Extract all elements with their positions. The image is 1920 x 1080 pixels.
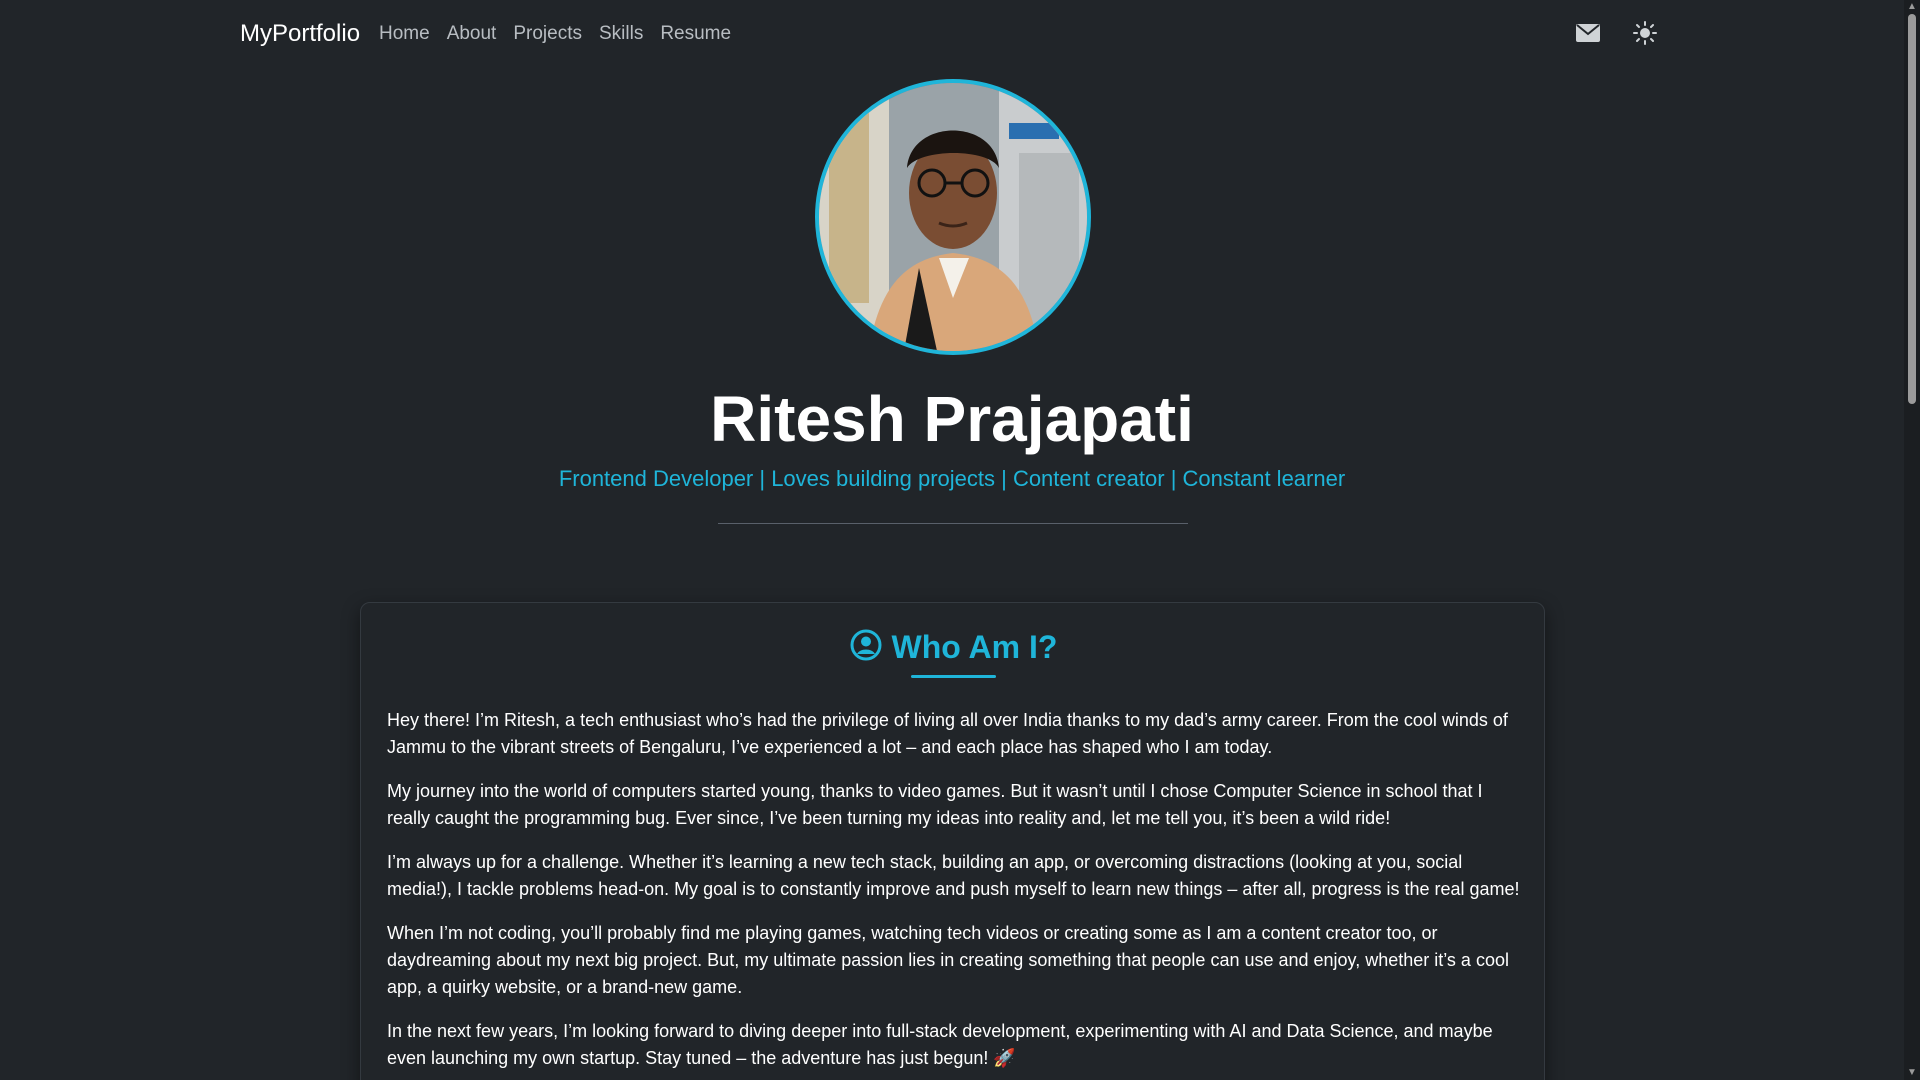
hero-divider bbox=[718, 523, 1188, 524]
about-paragraph: My journey into the world of computers s… bbox=[387, 781, 1483, 828]
nav-link-resume[interactable]: Resume bbox=[660, 23, 731, 45]
sun-icon[interactable] bbox=[1630, 18, 1660, 48]
top-navbar: MyPortfolio Home About Projects Skills R… bbox=[0, 0, 1904, 68]
nav-link-home[interactable]: Home bbox=[379, 23, 430, 45]
scroll-up-arrow-icon[interactable]: ▲ bbox=[1907, 2, 1917, 12]
about-paragraph: When I’m not coding, you’ll probably fin… bbox=[387, 923, 1509, 997]
title-underline bbox=[911, 675, 996, 678]
about-title-row: Who Am I? bbox=[361, 629, 1546, 666]
about-paragraph: I’m always up for a challenge. Whether i… bbox=[387, 852, 1520, 899]
hero-name: Ritesh Prajapati bbox=[710, 383, 1194, 455]
scroll-thumb[interactable] bbox=[1908, 14, 1916, 404]
nav-link-projects[interactable]: Projects bbox=[513, 23, 582, 45]
about-card: Who Am I? Hey there! I’m Ritesh, a tech … bbox=[360, 602, 1545, 1080]
brand-logo[interactable]: MyPortfolio bbox=[240, 20, 360, 48]
user-circle-icon bbox=[850, 629, 882, 666]
hero-tagline: Frontend Developer | Loves building proj… bbox=[558, 466, 1346, 491]
vertical-scrollbar[interactable]: ▲ ▼ bbox=[1904, 0, 1920, 1080]
envelope-icon[interactable] bbox=[1573, 18, 1603, 48]
about-title: Who Am I? bbox=[891, 629, 1058, 665]
about-paragraph: In the next few years, I’m looking forwa… bbox=[387, 1021, 1493, 1068]
about-paragraphs: Hey there! I’m Ritesh, a tech enthusiast… bbox=[387, 707, 1522, 1080]
nav-link-skills[interactable]: Skills bbox=[599, 23, 643, 45]
about-paragraph: Hey there! I’m Ritesh, a tech enthusiast… bbox=[387, 710, 1508, 757]
nav-links: Home About Projects Skills Resume bbox=[379, 23, 748, 45]
profile-photo bbox=[815, 79, 1091, 355]
nav-link-about[interactable]: About bbox=[447, 23, 497, 45]
scroll-down-arrow-icon[interactable]: ▼ bbox=[1907, 1068, 1917, 1078]
